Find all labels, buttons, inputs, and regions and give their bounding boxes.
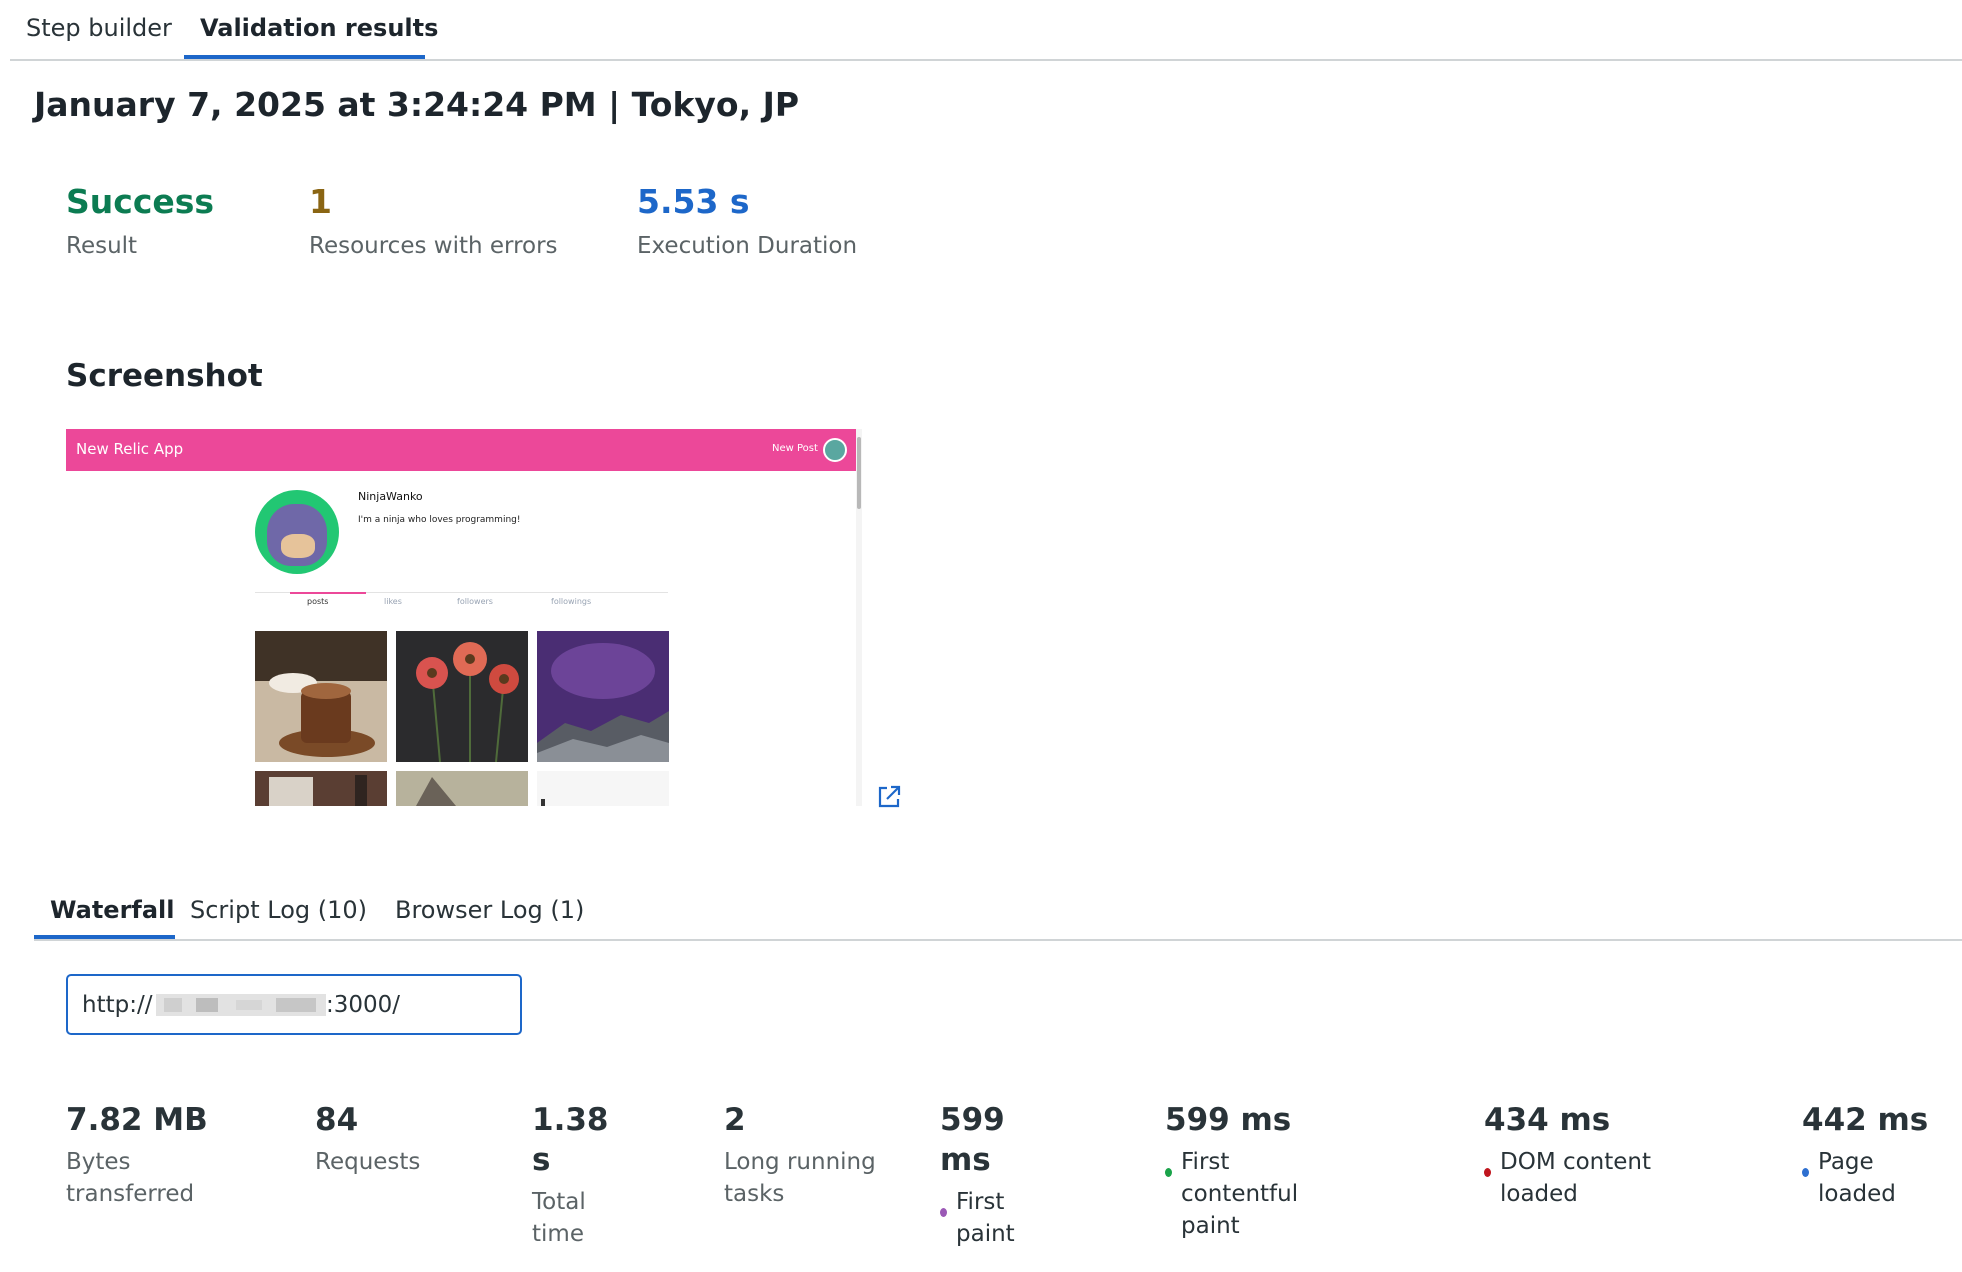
- profile-username: NinjaWanko: [358, 490, 423, 503]
- url-prefix: http://: [82, 992, 153, 1018]
- requests-value: 84: [315, 1102, 359, 1138]
- duration-label: Execution Duration: [637, 233, 858, 259]
- open-external-icon[interactable]: [876, 784, 902, 810]
- metric-page-loaded: 442 ms Page loaded: [1802, 1100, 1947, 1210]
- fcp-value: 599 ms: [1165, 1102, 1292, 1138]
- page-loaded-label: Page loaded: [1818, 1149, 1896, 1207]
- bytes-label: Bytes transferred: [66, 1149, 195, 1207]
- bytes-value: 7.82 MB: [66, 1102, 208, 1138]
- post-thumbnail-flowers: [396, 631, 528, 762]
- page-loaded-marker-icon: [1802, 1168, 1809, 1177]
- post-thumbnail-aurora: [537, 631, 669, 762]
- profile-bio: I'm a ninja who loves programming!: [358, 515, 521, 525]
- requests-label: Requests: [315, 1149, 421, 1175]
- screenshot-preview[interactable]: New Relic App New Post NinjaWanko I'm a …: [66, 429, 862, 806]
- first-paint-label: First paint: [956, 1189, 1015, 1247]
- duration-stat: 5.53 s Execution Duration: [637, 182, 857, 259]
- tab-waterfall[interactable]: Waterfall: [50, 896, 175, 924]
- active-subtab-indicator: [34, 935, 175, 939]
- total-time-value: 1.38 s: [532, 1102, 609, 1178]
- errors-value: 1: [309, 182, 332, 221]
- url-select[interactable]: http:// :3000/: [66, 974, 522, 1035]
- metric-bytes: 7.82 MB Bytes transferred: [66, 1100, 216, 1210]
- redacted-host: [156, 994, 326, 1016]
- post-thumbnail-building: [255, 771, 387, 806]
- page-loaded-value: 442 ms: [1802, 1102, 1929, 1138]
- results-tabs: Step builder Validation results: [10, 0, 1962, 61]
- metric-requests: 84 Requests: [315, 1100, 475, 1178]
- metric-first-paint: 599 ms First paint: [940, 1100, 1030, 1250]
- avatar-muzzle: [281, 534, 315, 558]
- tab-browser-log[interactable]: Browser Log (1): [395, 896, 584, 924]
- long-tasks-label: Long running tasks: [724, 1149, 876, 1207]
- profile-tab-likes: likes: [384, 597, 402, 606]
- fcp-label: First contentful paint: [1181, 1149, 1299, 1239]
- tab-script-log[interactable]: Script Log (10): [190, 896, 367, 924]
- url-suffix: :3000/: [326, 992, 401, 1018]
- profile-tab-indicator: [290, 592, 366, 594]
- metric-first-contentful-paint: 599 ms First contentful paint: [1165, 1100, 1335, 1242]
- details-tabs: Waterfall Script Log (10) Browser Log (1…: [34, 878, 1962, 941]
- app-header-bar: New Relic App New Post: [66, 429, 856, 471]
- post-thumbnail-cat: [396, 771, 528, 806]
- metric-dom-content-loaded: 434 ms DOM content loaded: [1484, 1100, 1684, 1210]
- duration-value: 5.53 s: [637, 182, 750, 221]
- dcl-value: 434 ms: [1484, 1102, 1611, 1138]
- screenshot-heading: Screenshot: [66, 358, 263, 394]
- tab-step-builder[interactable]: Step builder: [26, 14, 172, 42]
- profile-tab-posts: posts: [307, 597, 329, 606]
- post-thumbnail-coffee: [255, 631, 387, 762]
- new-post-link: New Post: [772, 443, 818, 454]
- result-stat: Success Result: [66, 182, 214, 259]
- dcl-marker-icon: [1484, 1168, 1491, 1177]
- active-tab-indicator: [184, 55, 425, 59]
- tab-validation-results[interactable]: Validation results: [200, 14, 438, 42]
- app-title: New Relic App: [76, 440, 184, 458]
- user-avatar-small: [823, 438, 847, 462]
- metric-total-time: 1.38 s Total time: [532, 1100, 612, 1250]
- errors-stat: 1 Resources with errors: [309, 182, 558, 259]
- run-title: January 7, 2025 at 3:24:24 PM | Tokyo, J…: [34, 85, 800, 124]
- dcl-label: DOM content loaded: [1500, 1149, 1652, 1207]
- first-paint-value: 599 ms: [940, 1102, 1005, 1178]
- scrollbar-thumb[interactable]: [857, 437, 861, 509]
- fcp-marker-icon: [1165, 1168, 1172, 1177]
- long-tasks-value: 2: [724, 1102, 746, 1138]
- profile-tab-followings: followings: [551, 597, 592, 606]
- profile-avatar: [255, 490, 339, 574]
- result-value: Success: [66, 182, 215, 221]
- first-paint-marker-icon: [940, 1208, 947, 1217]
- metric-long-tasks: 2 Long running tasks: [724, 1100, 889, 1210]
- result-label: Result: [66, 233, 138, 259]
- total-time-label: Total time: [532, 1189, 586, 1247]
- post-thumbnail-blank: [537, 771, 669, 806]
- preview-scrollbar[interactable]: [856, 429, 862, 806]
- profile-tab-followers: followers: [457, 597, 493, 606]
- errors-label: Resources with errors: [309, 233, 558, 259]
